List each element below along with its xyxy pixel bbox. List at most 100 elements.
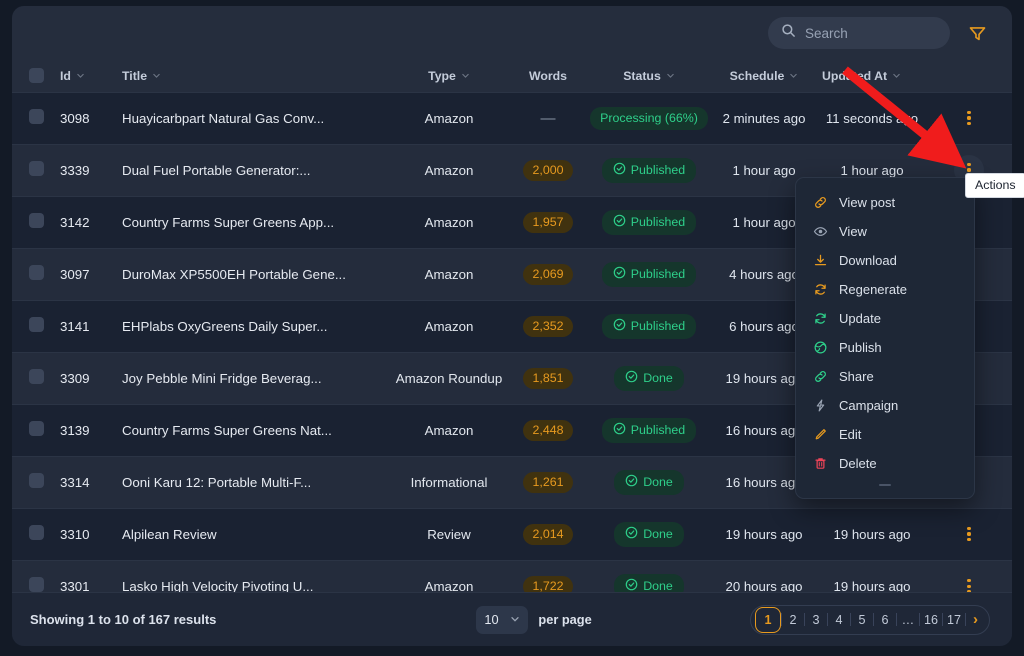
menu-item-download[interactable]: Download: [796, 246, 974, 275]
words-badge: 2,014: [523, 523, 573, 545]
pagination-page-1[interactable]: 1: [754, 606, 781, 633]
pagination-page-17[interactable]: 17: [943, 607, 965, 633]
status-badge: Published: [601, 417, 697, 443]
link-icon: [812, 369, 828, 385]
column-header-title[interactable]: Title: [122, 60, 390, 92]
pagination-page-3[interactable]: 3: [805, 607, 827, 633]
cell-actions: [926, 507, 1012, 560]
cell-id: 3141: [54, 299, 122, 352]
words-empty: —: [540, 109, 556, 127]
row-checkbox[interactable]: [29, 473, 44, 488]
select-all-checkbox[interactable]: [29, 68, 44, 84]
row-checkbox-cell: [12, 507, 54, 560]
schedule-time: 16 hours ago: [725, 422, 803, 438]
row-title: DuroMax XP5500EH Portable Gene...: [122, 266, 346, 282]
schedule-time: 2 minutes ago: [722, 110, 806, 126]
menu-item-label: View: [839, 224, 867, 239]
row-checkbox-cell: [12, 143, 54, 196]
column-header-status[interactable]: Status: [588, 60, 710, 92]
pagination-page-5[interactable]: 5: [851, 607, 873, 633]
row-checkbox[interactable]: [29, 317, 44, 332]
check-circle-icon: [613, 162, 626, 178]
download-icon: [812, 253, 828, 269]
row-checkbox[interactable]: [29, 421, 44, 436]
row-checkbox[interactable]: [29, 525, 44, 540]
row-actions-button[interactable]: [956, 521, 982, 547]
menu-item-view[interactable]: View: [796, 217, 974, 246]
schedule-time: 4 hours ago: [729, 266, 799, 282]
cell-status: Done: [588, 351, 710, 404]
row-checkbox[interactable]: [29, 213, 44, 228]
search-box[interactable]: [768, 17, 950, 49]
pagination-page-6[interactable]: 6: [874, 607, 896, 633]
per-page-select[interactable]: 10: [476, 605, 529, 634]
search-input[interactable]: [805, 25, 937, 41]
cell-title: Dual Fuel Portable Generator:...: [122, 143, 390, 196]
column-header-id[interactable]: Id: [54, 60, 122, 92]
pagination-page-4[interactable]: 4: [828, 607, 850, 633]
menu-item-share[interactable]: Share: [796, 362, 974, 391]
sort-caret-icon: [461, 69, 470, 83]
cell-id: 3139: [54, 403, 122, 456]
cell-type: Amazon: [390, 195, 508, 248]
column-header-type[interactable]: Type: [390, 60, 508, 92]
menu-item-label: Delete: [839, 456, 877, 471]
menu-item-label: Campaign: [839, 398, 899, 413]
pagination-next-button[interactable]: ›: [966, 611, 985, 628]
row-checkbox[interactable]: [29, 109, 44, 124]
table-row[interactable]: 3310 Alpilean Review Review 2,014 Done 19 hou…: [12, 507, 1012, 560]
menu-item-campaign[interactable]: Campaign: [796, 391, 974, 420]
pagination-page-16[interactable]: 16: [920, 607, 942, 633]
row-checkbox[interactable]: [29, 577, 44, 593]
column-header-upd[interactable]: Updated At: [818, 60, 926, 92]
cell-title: Ooni Karu 12: Portable Multi-F...: [122, 455, 390, 508]
row-title: Dual Fuel Portable Generator:...: [122, 162, 311, 178]
status-badge: Done: [614, 469, 684, 495]
check-circle-icon: [613, 266, 626, 282]
row-checkbox[interactable]: [29, 161, 44, 176]
row-title: Joy Pebble Mini Fridge Beverag...: [122, 370, 322, 386]
menu-item-edit[interactable]: Edit: [796, 420, 974, 449]
menu-item-label: View post: [839, 195, 896, 210]
cell-type: Amazon Roundup: [390, 351, 508, 404]
menu-item-view-post[interactable]: View post: [796, 188, 974, 217]
menu-item-delete[interactable]: Delete: [796, 449, 974, 478]
menu-item-label: Update: [839, 311, 881, 326]
cell-id: 3142: [54, 195, 122, 248]
menu-item-label: Edit: [839, 427, 862, 442]
cell-id: 3309: [54, 351, 122, 404]
check-circle-icon: [613, 422, 626, 438]
menu-item-regenerate[interactable]: Regenerate: [796, 275, 974, 304]
row-checkbox[interactable]: [29, 369, 44, 384]
actions-context-menu: View post View Download Regenerate Update Pub…: [795, 177, 975, 499]
schedule-time: 16 hours ago: [725, 474, 803, 490]
column-header-label: Updated At: [822, 68, 888, 83]
status-badge: Published: [601, 157, 697, 183]
words-badge: 1,957: [523, 211, 573, 233]
eye-icon: [812, 224, 828, 240]
table-row[interactable]: 3098 Huayicarbpart Natural Gas Conv... Ama…: [12, 91, 1012, 144]
row-actions-button[interactable]: [956, 105, 982, 131]
pencil-icon: [812, 427, 828, 443]
cell-schedule: 19 hours ago: [710, 507, 818, 560]
row-checkbox[interactable]: [29, 265, 44, 280]
per-page-control: 10 per page: [476, 605, 592, 634]
updated-time: 1 hour ago: [840, 162, 904, 178]
words-badge: 2,000: [523, 159, 573, 181]
per-page-label: per page: [538, 612, 592, 627]
status-badge: Published: [601, 261, 697, 287]
pagination: 1 2 3 4 5 6… 16 17 ›: [749, 604, 990, 635]
cell-title: Joy Pebble Mini Fridge Beverag...: [122, 351, 390, 404]
column-header-label: Id: [60, 68, 71, 83]
column-header-sched[interactable]: Schedule: [710, 60, 818, 92]
menu-item-publish[interactable]: Publish: [796, 333, 974, 362]
menu-item-label: Regenerate: [839, 282, 907, 297]
filter-funnel-icon[interactable]: [964, 20, 990, 46]
sort-caret-icon: [789, 69, 798, 83]
cell-words: 2,014: [508, 507, 588, 560]
column-header-label: Status: [623, 68, 661, 83]
pagination-page-2[interactable]: 2: [782, 607, 804, 633]
row-title: Alpilean Review: [122, 526, 217, 542]
pagination-page-…[interactable]: …: [897, 607, 919, 633]
menu-item-update[interactable]: Update: [796, 304, 974, 333]
